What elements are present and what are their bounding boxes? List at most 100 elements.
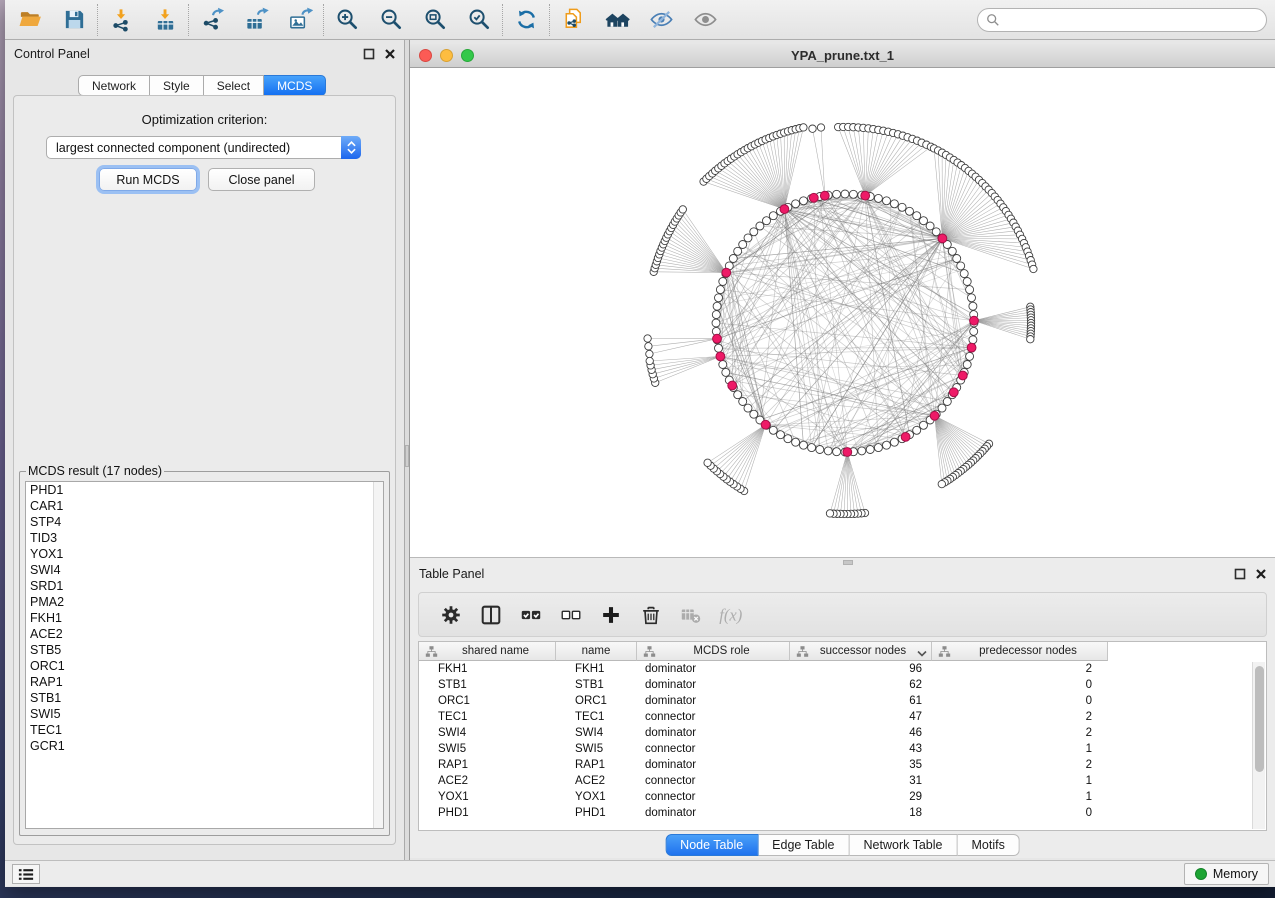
search-box[interactable] bbox=[977, 8, 1267, 32]
import-network-button[interactable] bbox=[106, 5, 136, 35]
column-header-MCDS-role[interactable]: MCDS role bbox=[637, 642, 790, 661]
mcds-result-item[interactable]: SRD1 bbox=[26, 578, 383, 594]
network-graph[interactable] bbox=[410, 68, 1275, 557]
mcds-result-item[interactable]: CAR1 bbox=[26, 498, 383, 514]
graph-node[interactable] bbox=[963, 361, 971, 369]
graph-node[interactable] bbox=[808, 444, 816, 452]
zoom-out-button[interactable] bbox=[376, 5, 406, 35]
graph-node[interactable] bbox=[969, 302, 977, 310]
graph-node[interactable] bbox=[963, 278, 971, 286]
graph-node[interactable] bbox=[913, 426, 921, 434]
window-minimize-icon[interactable] bbox=[440, 49, 453, 62]
table-scrollbar[interactable] bbox=[1252, 662, 1265, 829]
mcds-result-item[interactable]: SWI4 bbox=[26, 562, 383, 578]
table-row[interactable]: SWI5SWI5connector431 bbox=[419, 741, 1266, 757]
graph-node-mcds[interactable] bbox=[901, 433, 910, 442]
table-scrollbar-thumb[interactable] bbox=[1255, 666, 1264, 772]
graph-node[interactable] bbox=[712, 319, 720, 327]
graph-node[interactable] bbox=[712, 311, 720, 319]
import-table-button[interactable] bbox=[150, 5, 180, 35]
graph-node[interactable] bbox=[716, 286, 724, 294]
graph-node[interactable] bbox=[1030, 265, 1037, 272]
tab-network-table[interactable]: Network Table bbox=[850, 834, 958, 856]
table-row[interactable]: YOX1YOX1connector291 bbox=[419, 789, 1266, 805]
table-row[interactable]: RAP1RAP1dominator352 bbox=[419, 757, 1266, 773]
select-all-button[interactable] bbox=[517, 601, 545, 629]
tab-select[interactable]: Select bbox=[204, 75, 264, 96]
graph-node-mcds[interactable] bbox=[949, 388, 958, 397]
graph-node[interactable] bbox=[841, 190, 849, 198]
graph-node-mcds[interactable] bbox=[761, 420, 770, 429]
graph-node-mcds[interactable] bbox=[930, 411, 939, 420]
graph-node[interactable] bbox=[750, 410, 758, 418]
graph-node[interactable] bbox=[969, 336, 977, 344]
close-panel-button[interactable]: Close panel bbox=[208, 168, 315, 191]
optimization-criterion-select[interactable]: largest connected component (undirected) bbox=[46, 136, 361, 159]
table-row[interactable]: FKH1FKH1dominator962 bbox=[419, 661, 1266, 677]
table-row[interactable]: SWI4SWI4dominator462 bbox=[419, 725, 1266, 741]
graph-node[interactable] bbox=[858, 447, 866, 455]
memory-button[interactable]: Memory bbox=[1184, 863, 1269, 885]
tab-network[interactable]: Network bbox=[78, 75, 150, 96]
tab-edge-table[interactable]: Edge Table bbox=[758, 834, 849, 856]
graph-node[interactable] bbox=[1027, 336, 1034, 343]
graph-node-mcds[interactable] bbox=[861, 191, 870, 200]
graph-node[interactable] bbox=[966, 286, 974, 294]
graph-node[interactable] bbox=[713, 302, 721, 310]
graph-node[interactable] bbox=[800, 441, 808, 449]
graph-node[interactable] bbox=[715, 294, 723, 302]
graph-node-mcds[interactable] bbox=[716, 352, 725, 361]
table-row[interactable]: ACE2ACE2connector311 bbox=[419, 773, 1266, 789]
graph-node[interactable] bbox=[866, 446, 874, 454]
graph-node[interactable] bbox=[898, 203, 906, 211]
clone-network-button[interactable] bbox=[558, 5, 588, 35]
mcds-result-item[interactable]: STB1 bbox=[26, 690, 383, 706]
graph-node[interactable] bbox=[960, 270, 968, 278]
graph-node-mcds[interactable] bbox=[809, 193, 818, 202]
search-input[interactable] bbox=[1005, 13, 1258, 27]
open-folder-button[interactable] bbox=[15, 5, 45, 35]
show-details-button[interactable] bbox=[690, 5, 720, 35]
column-header-name[interactable]: name bbox=[556, 642, 637, 661]
graph-node[interactable] bbox=[816, 446, 824, 454]
graph-node[interactable] bbox=[769, 212, 777, 220]
graph-node[interactable] bbox=[645, 343, 652, 350]
graph-node[interactable] bbox=[715, 344, 723, 352]
graph-node[interactable] bbox=[906, 207, 914, 215]
mcds-result-item[interactable]: GCR1 bbox=[26, 738, 383, 754]
graph-node[interactable] bbox=[739, 398, 747, 406]
graph-node[interactable] bbox=[966, 352, 974, 360]
graph-node-mcds[interactable] bbox=[713, 334, 722, 343]
graph-node-mcds[interactable] bbox=[780, 205, 789, 214]
add-column-button[interactable] bbox=[597, 601, 625, 629]
float-panel-icon[interactable] bbox=[1234, 568, 1246, 580]
graph-node-mcds[interactable] bbox=[843, 448, 852, 457]
column-header-successor-nodes[interactable]: successor nodes bbox=[790, 642, 932, 661]
mcds-result-item[interactable]: SWI5 bbox=[26, 706, 383, 722]
zoom-fit-button[interactable] bbox=[420, 5, 450, 35]
tab-motifs[interactable]: Motifs bbox=[957, 834, 1019, 856]
table-row[interactable]: STB1STB1dominator620 bbox=[419, 677, 1266, 693]
graph-node[interactable] bbox=[704, 459, 711, 466]
graph-node[interactable] bbox=[800, 197, 808, 205]
columns-button[interactable] bbox=[477, 601, 505, 629]
mcds-result-item[interactable]: FKH1 bbox=[26, 610, 383, 626]
mcds-result-list[interactable]: PHD1CAR1STP4TID3YOX1SWI4SRD1PMA2FKH1ACE2… bbox=[25, 481, 384, 829]
deselect-all-button[interactable] bbox=[557, 601, 585, 629]
column-header-shared-name[interactable]: shared name bbox=[419, 642, 556, 661]
zoom-selected-button[interactable] bbox=[464, 5, 494, 35]
graph-node-mcds[interactable] bbox=[958, 371, 967, 380]
graph-node[interactable] bbox=[890, 200, 898, 208]
graph-node[interactable] bbox=[968, 294, 976, 302]
graph-node-mcds[interactable] bbox=[820, 191, 829, 200]
graph-node[interactable] bbox=[800, 124, 807, 131]
task-history-button[interactable] bbox=[12, 864, 40, 884]
table-row[interactable]: ORC1ORC1dominator610 bbox=[419, 693, 1266, 709]
graph-node[interactable] bbox=[948, 247, 956, 255]
mcds-result-item[interactable]: STP4 bbox=[26, 514, 383, 530]
network-window-titlebar[interactable]: YPA_prune.txt_1 bbox=[410, 44, 1275, 68]
graph-node[interactable] bbox=[883, 197, 891, 205]
run-mcds-button[interactable]: Run MCDS bbox=[99, 168, 197, 191]
graph-node-mcds[interactable] bbox=[728, 381, 737, 390]
graph-node[interactable] bbox=[938, 480, 945, 487]
